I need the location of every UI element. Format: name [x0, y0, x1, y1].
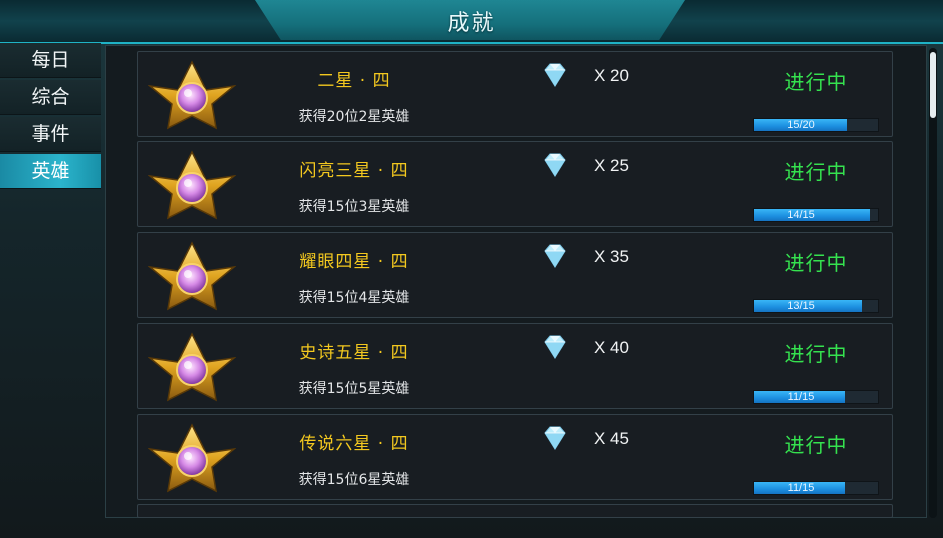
diamond-icon	[544, 426, 566, 450]
status-label: 进行中	[784, 70, 848, 94]
progress-bar: 14/15	[753, 208, 879, 222]
achievements-window: 成就 每日 综合 事件 英雄 二星 · 四 获得20位2星英雄 X 20 进行中…	[0, 0, 943, 538]
gold-star-badge-icon	[148, 241, 236, 311]
progress-text: 13/15	[787, 300, 815, 312]
progress-bar: 13/15	[753, 299, 879, 313]
reward-amount: X 45	[594, 429, 629, 448]
reward-amount: X 20	[594, 66, 629, 85]
status-label: 进行中	[784, 433, 848, 457]
gold-star-badge-icon	[148, 332, 236, 402]
tab-events[interactable]: 事件	[0, 117, 101, 152]
progress-text: 15/20	[787, 119, 815, 131]
achievement-row[interactable]: 史诗五星 · 四 获得15位5星英雄 X 40 进行中 11/15	[137, 323, 893, 409]
progress-text: 11/15	[787, 391, 815, 403]
achievement-description: 获得20位2星英雄	[298, 109, 410, 125]
achievement-row[interactable]: 传说六星 · 四 获得15位6星英雄 X 45 进行中 11/15	[137, 414, 893, 500]
status-label: 进行中	[784, 342, 848, 366]
achievement-title: 二星 · 四	[317, 71, 391, 91]
diamond-icon	[544, 153, 566, 177]
progress-bar: 11/15	[753, 481, 879, 495]
achievement-row-partial[interactable]	[137, 504, 893, 518]
achievement-row[interactable]: 二星 · 四 获得20位2星英雄 X 20 进行中 15/20	[137, 51, 893, 137]
progress-text: 14/15	[787, 209, 815, 221]
status-label: 进行中	[784, 251, 848, 275]
reward-amount: X 35	[594, 247, 629, 266]
tab-general[interactable]: 综合	[0, 80, 101, 115]
scrollbar-thumb[interactable]	[930, 52, 936, 118]
progress-bar: 15/20	[753, 118, 879, 132]
achievement-title: 传说六星 · 四	[299, 434, 409, 454]
progress-bar: 11/15	[753, 390, 879, 404]
diamond-icon	[544, 244, 566, 268]
gold-star-badge-icon	[148, 150, 236, 220]
diamond-icon	[544, 335, 566, 359]
tab-heroes[interactable]: 英雄	[0, 154, 101, 189]
tab-daily[interactable]: 每日	[0, 43, 101, 78]
title-bar: 成就	[0, 0, 943, 44]
achievement-title: 史诗五星 · 四	[299, 343, 409, 363]
achievement-description: 获得15位3星英雄	[298, 199, 410, 215]
page-title: 成就	[447, 11, 496, 36]
category-sidebar: 每日 综合 事件 英雄	[0, 43, 103, 193]
achievement-row[interactable]: 闪亮三星 · 四 获得15位3星英雄 X 25 进行中 14/15	[137, 141, 893, 227]
reward-amount: X 40	[594, 338, 629, 357]
achievement-description: 获得15位5星英雄	[298, 381, 410, 397]
scrollbar-track[interactable]	[929, 48, 937, 518]
reward-amount: X 25	[594, 156, 629, 175]
achievement-title: 闪亮三星 · 四	[299, 161, 409, 181]
achievement-description: 获得15位6星英雄	[298, 472, 410, 488]
diamond-icon	[544, 63, 566, 87]
achievement-row[interactable]: 耀眼四星 · 四 获得15位4星英雄 X 35 进行中 13/15	[137, 232, 893, 318]
gold-star-badge-icon	[148, 423, 236, 493]
gold-star-badge-icon	[148, 60, 236, 130]
progress-text: 11/15	[787, 482, 815, 494]
status-label: 进行中	[784, 160, 848, 184]
achievement-description: 获得15位4星英雄	[298, 290, 410, 306]
achievement-title: 耀眼四星 · 四	[299, 252, 409, 272]
